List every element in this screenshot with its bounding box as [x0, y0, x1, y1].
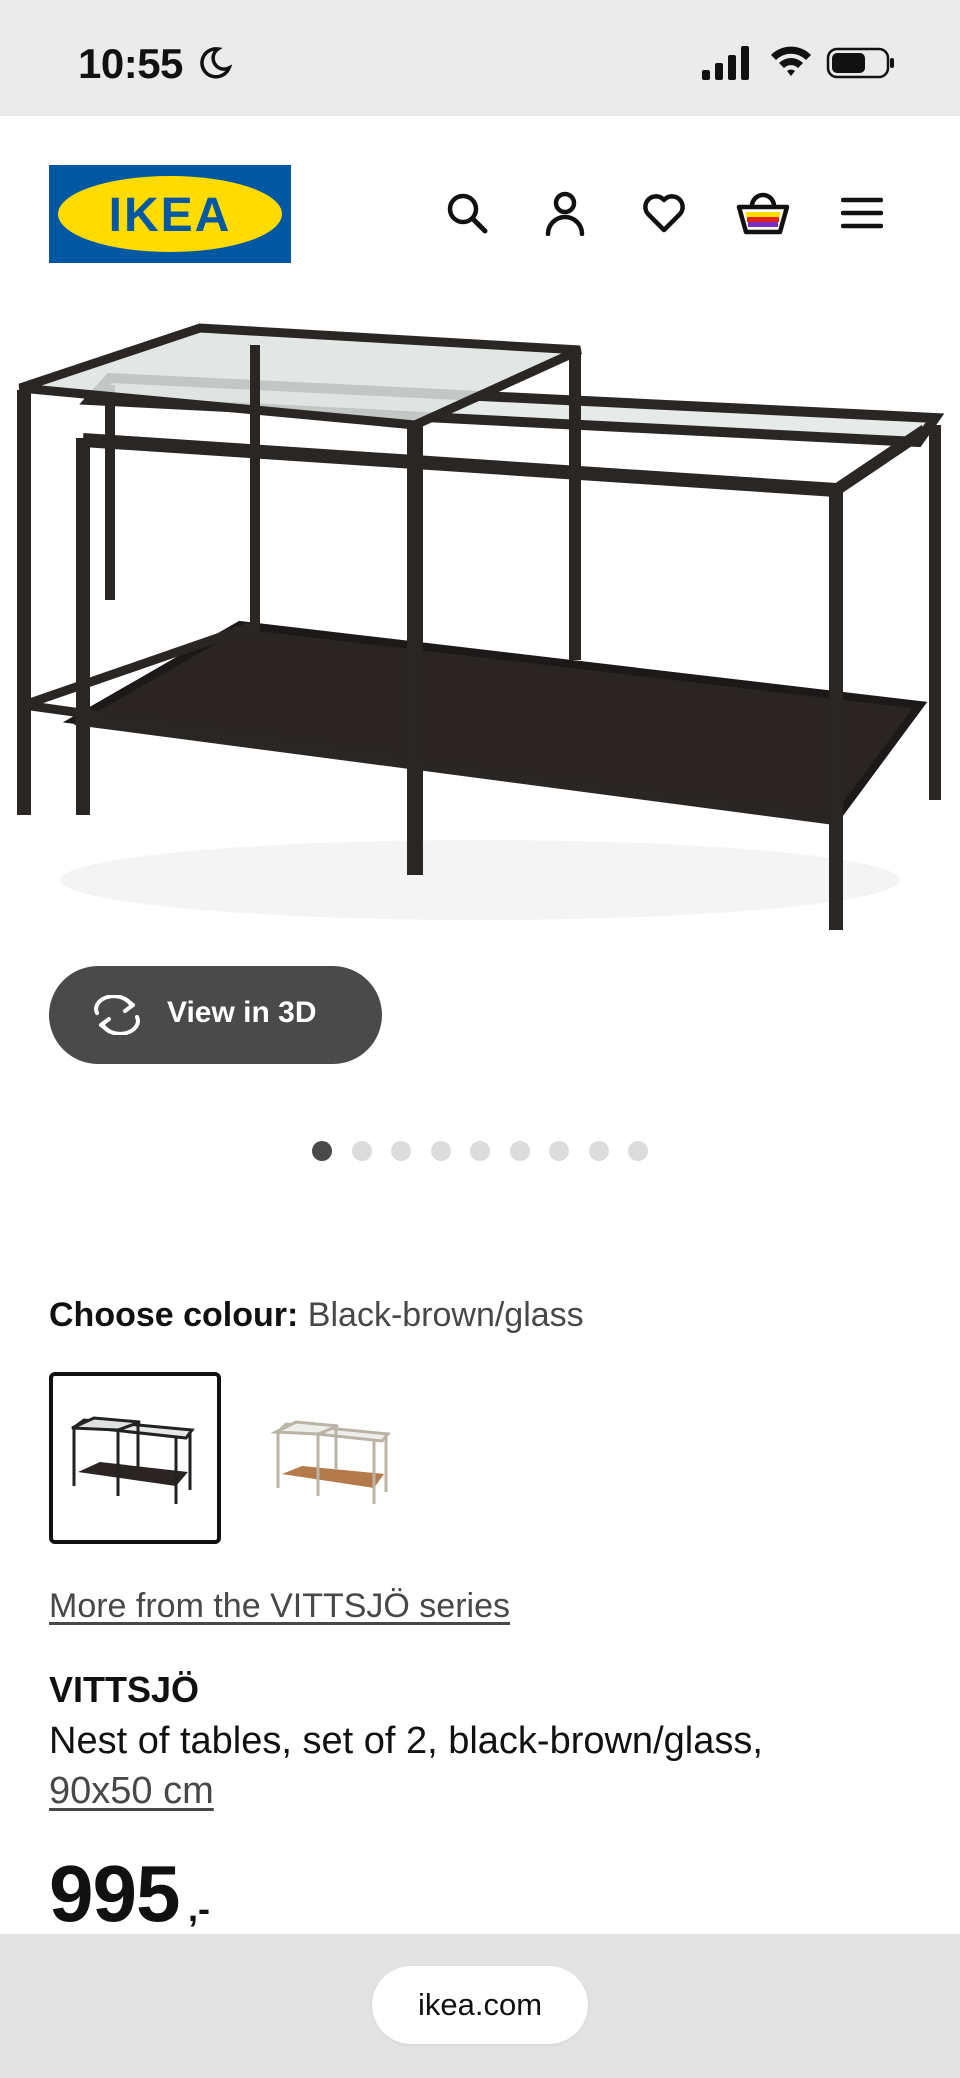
status-time: 10:55	[78, 40, 183, 87]
product-description-block: Nest of tables, set of 2, black-brown/gl…	[49, 1716, 929, 1816]
carousel-dot[interactable]	[312, 1141, 332, 1161]
price-suffix: ,-	[188, 1888, 210, 1929]
colour-value: Black-brown/glass	[307, 1296, 584, 1334]
carousel-dot[interactable]	[470, 1141, 490, 1161]
menu-icon[interactable]	[833, 184, 891, 242]
signal-icon	[702, 46, 749, 80]
product-image[interactable]	[0, 310, 960, 970]
logo-text: IKEA	[109, 189, 232, 242]
colour-swatch-white-oak[interactable]	[243, 1372, 415, 1544]
product-description: Nest of tables, set of 2, black-brown/gl…	[49, 1720, 763, 1762]
image-carousel-dots	[312, 1141, 648, 1161]
heart-icon[interactable]	[635, 184, 693, 242]
carousel-dot[interactable]	[588, 1141, 609, 1161]
user-icon[interactable]	[536, 184, 594, 242]
basket-icon[interactable]	[734, 184, 792, 242]
view-in-3d-label: View in 3D	[167, 996, 317, 1029]
colour-chooser-label: Choose colour: Black-brown/glass	[49, 1296, 584, 1335]
carousel-dot[interactable]	[509, 1141, 530, 1161]
wifi-icon	[771, 46, 811, 76]
url-text: ikea.com	[417, 1987, 543, 2022]
carousel-dot[interactable]	[549, 1141, 569, 1161]
view-in-3d-button[interactable]: View in 3D	[49, 966, 382, 1064]
ikea-logo[interactable]: IKEA	[49, 165, 291, 263]
carousel-dot[interactable]	[430, 1141, 451, 1161]
product-price: 995	[49, 1849, 180, 1938]
product-size-link[interactable]: 90x50 cm	[49, 1770, 214, 1812]
carousel-dot[interactable]	[351, 1141, 372, 1161]
url-pill[interactable]: ikea.com	[372, 1966, 588, 2044]
rotate-3d-icon	[94, 995, 140, 1035]
product-name: VITTSJÖ	[49, 1669, 200, 1710]
carousel-dot[interactable]	[628, 1141, 648, 1161]
moon-icon	[200, 47, 232, 79]
search-icon[interactable]	[438, 184, 496, 242]
colour-label: Choose colour:	[49, 1296, 299, 1334]
battery-icon	[826, 47, 894, 79]
colour-swatch-black-brown[interactable]	[49, 1372, 221, 1544]
series-link[interactable]: More from the VITTSJÖ series	[49, 1587, 510, 1626]
carousel-dot[interactable]	[391, 1141, 411, 1161]
status-bar: 10:55	[0, 0, 960, 116]
